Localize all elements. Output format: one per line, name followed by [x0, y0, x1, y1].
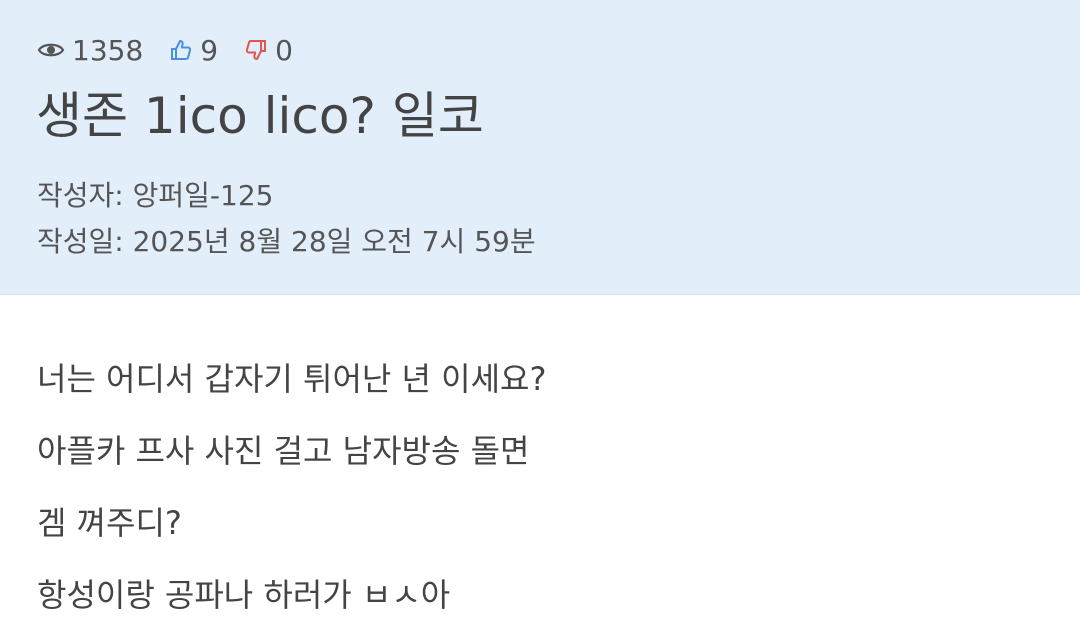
body-line: 겜 껴주디?: [37, 504, 182, 542]
post-title: 생존 1ico lico? 일코: [36, 87, 484, 145]
post-header: 1358 9 0 생존 1ico lico? 일코 작성자: 앙퍼일-125 작…: [0, 0, 1080, 295]
body-line: 항성이랑 공파나 하러가 ㅂㅅ아: [37, 576, 451, 614]
post-body: 너는 어디서 갑자기 튀어난 년 이세요? 아플카 프사 사진 걸고 남자방송 …: [37, 355, 546, 643]
post-author: 작성자: 앙퍼일-125: [37, 179, 274, 212]
dislikes-count: 0: [275, 33, 293, 67]
post-stats: 1358 9 0: [37, 33, 319, 67]
views-count: 1358: [72, 33, 144, 67]
dislike-button[interactable]: 0: [244, 34, 293, 67]
thumbs-down-icon: [244, 38, 268, 62]
body-line: 너는 어디서 갑자기 튀어난 년 이세요?: [37, 360, 547, 398]
thumbs-up-icon: [169, 38, 193, 62]
views-stat: 1358: [37, 34, 143, 67]
eye-icon: [37, 40, 65, 60]
body-line: 아플카 프사 사진 걸고 남자방송 돌면: [37, 432, 530, 470]
like-button[interactable]: 9: [169, 34, 218, 67]
likes-count: 9: [200, 33, 219, 67]
post-date: 작성일: 2025년 8월 28일 오전 7시 59분: [37, 225, 536, 258]
